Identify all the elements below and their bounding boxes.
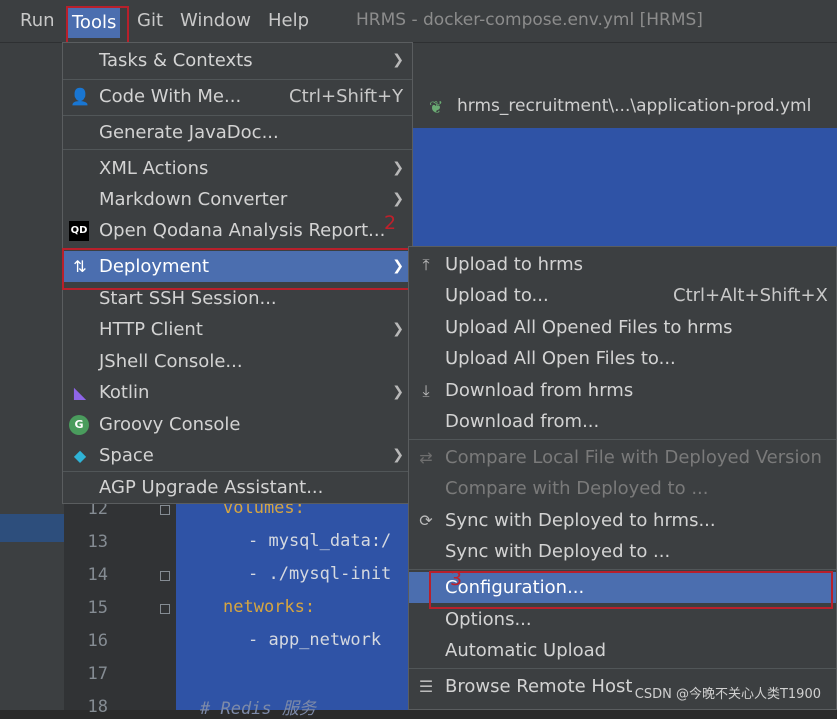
step-2-label: 2 [384, 212, 397, 234]
fold-marker-icon[interactable] [160, 604, 170, 614]
menu-item-start-ssh[interactable]: Start SSH Session... [63, 283, 412, 314]
line-number: 14 [87, 565, 108, 585]
deployment-submenu: ⤒ Upload to hrms Upload to... Ctrl+Alt+S… [408, 246, 837, 710]
menu-separator [63, 79, 412, 80]
fold-marker-icon[interactable] [160, 505, 170, 515]
editor-tab-label[interactable]: hrms_recruitment\...\application-prod.ym… [457, 96, 811, 116]
menu-separator [409, 668, 836, 669]
code-line: - app_network [248, 630, 382, 650]
code-comment: # Redis 服务 [200, 699, 316, 719]
space-icon: ◆ [73, 446, 87, 465]
compare-icon: ⇄ [419, 448, 433, 467]
watermark: CSDN @今晚不关心人类T1900 [634, 687, 821, 702]
menu-item-sync-hrms[interactable]: ⟳ Sync with Deployed to hrms... [409, 505, 836, 536]
line-number: 18 [87, 697, 108, 717]
menu-item-jshell-console[interactable]: JShell Console... [63, 346, 412, 377]
sync-icon: ⟳ [419, 511, 433, 530]
qodana-icon: QD [69, 221, 89, 241]
deployment-icon: ⇅ [73, 257, 87, 276]
line-number: 13 [87, 532, 108, 552]
menu-help[interactable]: Help [268, 10, 309, 31]
editor-tab-bar: ❦ hrms_recruitment\...\application-prod.… [413, 86, 837, 129]
menu-item-upload-all-open-to[interactable]: Upload All Open Files to... [409, 343, 836, 374]
menu-item-compare-local: ⇄ Compare Local File with Deployed Versi… [409, 442, 836, 473]
menu-item-compare-deployed: Compare with Deployed to ... [445, 478, 709, 499]
menu-item-automatic-upload[interactable]: Automatic Upload [409, 635, 836, 666]
fold-marker-icon[interactable] [160, 571, 170, 581]
code-line: networks: [223, 597, 316, 617]
line-number: 17 [87, 664, 108, 684]
submenu-arrow-icon: ❯ [392, 384, 404, 400]
tools-menu: Tasks & Contexts ❯ 👤 Code With Me... Ctrl… [62, 42, 413, 504]
remote-host-icon: ☰ [418, 677, 434, 696]
submenu-arrow-icon: ❯ [392, 160, 404, 176]
menu-item-upload-to-hrms[interactable]: ⤒ Upload to hrms [409, 249, 836, 280]
menu-item-xml-actions[interactable]: XML Actions ❯ [63, 153, 412, 184]
menu-item-space[interactable]: ◆ Space ❯ [63, 440, 412, 471]
menu-separator [409, 569, 836, 570]
code-line: - ./mysql-init [248, 564, 392, 584]
menu-item-http-client[interactable]: HTTP Client ❯ [63, 314, 412, 345]
menu-item-configuration[interactable]: Configuration... [409, 572, 836, 603]
line-number: 16 [87, 631, 108, 651]
submenu-arrow-icon: ❯ [392, 321, 404, 337]
download-icon: ⤓ [422, 381, 430, 400]
menu-git[interactable]: Git [137, 10, 163, 31]
menu-item-groovy-console[interactable]: G Groovy Console [63, 409, 412, 440]
menu-item-download-from[interactable]: Download from... [409, 406, 836, 437]
menu-separator [63, 115, 412, 116]
editor-selection-area [413, 128, 837, 246]
kotlin-icon: ◣ [73, 383, 87, 402]
menu-item-agp-upgrade[interactable]: AGP Upgrade Assistant... [63, 472, 412, 503]
submenu-arrow-icon: ❯ [392, 258, 404, 274]
menubar: Run Tools Git Window Help HRMS - docker-… [0, 0, 837, 42]
line-number: 15 [87, 598, 108, 618]
groovy-icon: G [69, 415, 89, 435]
menu-item-upload-all-opened[interactable]: Upload All Opened Files to hrms [409, 312, 836, 343]
menu-item-code-with-me[interactable]: 👤 Code With Me... Ctrl+Shift+Y [63, 81, 412, 112]
menu-item-markdown-converter[interactable]: Markdown Converter ❯ [63, 184, 412, 215]
menu-item-tasks-contexts[interactable]: Tasks & Contexts ❯ [63, 45, 412, 76]
submenu-arrow-icon: ❯ [392, 52, 404, 68]
upload-icon: ⤒ [422, 255, 430, 274]
spring-leaf-icon: ❦ [429, 98, 444, 118]
menu-item-options[interactable]: Options... [409, 604, 836, 635]
project-panel [0, 86, 64, 710]
step-3-label: 3 [450, 568, 463, 590]
project-selected-row[interactable] [0, 514, 64, 542]
menu-item-kotlin[interactable]: ◣ Kotlin ❯ [63, 377, 412, 408]
menu-separator [63, 149, 412, 150]
submenu-arrow-icon: ❯ [392, 447, 404, 463]
submenu-arrow-icon: ❯ [392, 191, 404, 207]
menu-window[interactable]: Window [180, 10, 251, 31]
window-title: HRMS - docker-compose.env.yml [HRMS] [356, 10, 703, 30]
menu-tools[interactable]: Tools [68, 8, 121, 38]
menu-item-deployment[interactable]: ⇅ Deployment ❯ [63, 251, 412, 282]
menu-item-upload-to[interactable]: Upload to... Ctrl+Alt+Shift+X [409, 280, 836, 311]
menu-item-generate-javadoc[interactable]: Generate JavaDoc... [63, 117, 412, 148]
code-line: - mysql_data:/ [248, 531, 392, 551]
menu-run[interactable]: Run [20, 10, 55, 31]
user-icon: 👤 [70, 87, 90, 106]
menu-item-sync-deployed[interactable]: Sync with Deployed to ... [409, 536, 836, 567]
menu-item-open-qodana[interactable]: QD Open Qodana Analysis Report... [63, 215, 412, 246]
menu-separator [409, 439, 836, 440]
menu-item-download-from-hrms[interactable]: ⤓ Download from hrms [409, 375, 836, 406]
